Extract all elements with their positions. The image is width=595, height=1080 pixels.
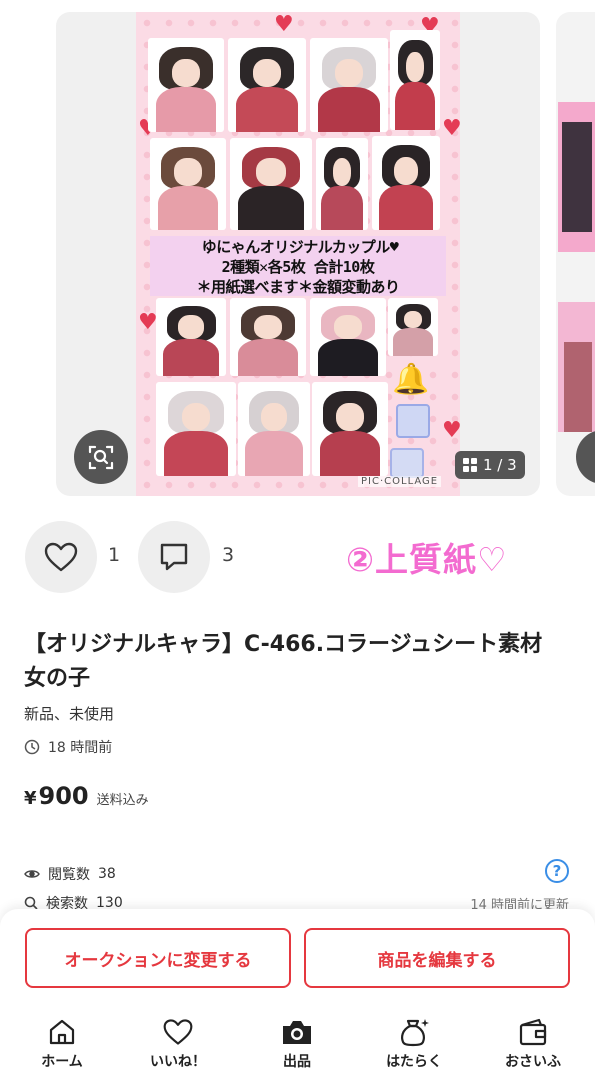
product-title: 【オリジナルキャラ】C-466.コラージュシート素材 女の子 bbox=[24, 632, 565, 691]
image-caption-line1: ゆにゃんオリジナルカップル♥ bbox=[201, 238, 399, 256]
image-search-button[interactable] bbox=[74, 430, 128, 484]
couple-illustration bbox=[390, 30, 440, 130]
tab-likes[interactable]: いいね！ bbox=[119, 1017, 237, 1071]
posted-time-text: 18 時間前 bbox=[48, 740, 113, 756]
heart-decoration: ♥ bbox=[442, 116, 462, 141]
image-counter[interactable]: 1 / 3 bbox=[455, 451, 525, 479]
watermark: PIC·COLLAGE bbox=[358, 476, 442, 487]
wallet-icon bbox=[519, 1018, 547, 1046]
couple-illustration bbox=[316, 138, 368, 230]
views-label: 閲覧数 bbox=[48, 867, 90, 883]
money-bag-icon bbox=[401, 1019, 429, 1047]
heart-decoration: ♥ bbox=[274, 12, 294, 37]
help-icon[interactable]: ? bbox=[545, 859, 569, 883]
gift-icon bbox=[390, 448, 424, 478]
couple-illustration bbox=[310, 38, 388, 132]
edit-item-button[interactable]: 商品を編集する bbox=[304, 928, 570, 988]
price: ¥900 bbox=[24, 782, 89, 810]
shipping-info: 送料込み bbox=[96, 793, 149, 808]
heart-icon bbox=[163, 1019, 193, 1045]
views-value: 38 bbox=[98, 866, 116, 882]
heart-icon bbox=[44, 542, 78, 572]
couple-illustration bbox=[238, 382, 310, 476]
tab-home[interactable]: ホーム bbox=[3, 1017, 121, 1071]
clock-icon bbox=[24, 739, 40, 755]
heart-decoration: ♥ bbox=[442, 418, 462, 443]
tab-wallet[interactable]: おさいふ bbox=[474, 1017, 592, 1071]
tab-likes-label: いいね！ bbox=[150, 1054, 206, 1070]
couple-illustration bbox=[230, 138, 312, 230]
couple-illustration bbox=[228, 38, 306, 132]
comment-button[interactable] bbox=[138, 521, 210, 593]
image-search-icon bbox=[88, 445, 114, 470]
change-to-auction-button[interactable]: オークションに変更する bbox=[25, 928, 291, 988]
image-carousel[interactable]: ♥ ♥ ♥ ♥ ♥ ♥ ゆにゃんオリジナルカップル♥ 2種類✕各5枚 合計10枚… bbox=[0, 0, 595, 505]
tab-bar: ホーム いいね！ 出品 はたらく おさいふ bbox=[0, 1005, 595, 1080]
couple-illustration bbox=[156, 382, 236, 476]
bell-icon: 🔔 bbox=[392, 362, 430, 397]
tab-wallet-label: おさいふ bbox=[505, 1054, 561, 1070]
heart-decoration: ♥ bbox=[138, 310, 158, 335]
grid-icon bbox=[463, 458, 477, 472]
couple-illustration bbox=[388, 298, 438, 356]
tab-sell[interactable]: 出品 bbox=[238, 1017, 356, 1071]
like-count: 1 bbox=[108, 544, 121, 566]
home-icon bbox=[49, 1019, 75, 1045]
image-counter-text: 1 / 3 bbox=[483, 456, 517, 474]
product-condition: 新品、未使用 bbox=[24, 705, 115, 723]
price-row: ¥900 送料込み bbox=[24, 782, 149, 810]
couple-illustration bbox=[230, 298, 306, 376]
couple-illustration bbox=[148, 38, 224, 132]
gift-icon bbox=[396, 404, 430, 438]
couple-illustration bbox=[312, 382, 388, 476]
eye-icon bbox=[24, 870, 40, 878]
tab-work-label: はたらく bbox=[386, 1054, 442, 1070]
price-currency: ¥ bbox=[24, 788, 37, 809]
camera-icon bbox=[283, 1021, 311, 1044]
image-caption-line3: ＊用紙選べます＊金額変動あり bbox=[196, 278, 400, 296]
couple-illustration bbox=[372, 136, 440, 230]
image-caption-line2: 2種類✕各5枚 合計10枚 bbox=[221, 258, 375, 276]
comment-count: 3 bbox=[222, 544, 235, 566]
tab-home-label: ホーム bbox=[41, 1054, 83, 1070]
next-image-slide[interactable] bbox=[556, 12, 595, 496]
comment-icon bbox=[160, 543, 188, 571]
like-button[interactable] bbox=[25, 521, 97, 593]
couple-illustration bbox=[156, 298, 226, 376]
tab-work[interactable]: はたらく bbox=[355, 1017, 473, 1071]
posted-time: 18 時間前 bbox=[24, 737, 112, 757]
tab-sell-label: 出品 bbox=[283, 1054, 311, 1070]
search-icon bbox=[24, 896, 38, 910]
handwritten-annotation: ②上質紙♡ bbox=[346, 540, 508, 579]
views-stat: 閲覧数 38 bbox=[24, 864, 116, 884]
price-value: 900 bbox=[38, 782, 89, 810]
couple-illustration bbox=[310, 298, 386, 376]
couple-illustration bbox=[150, 138, 226, 230]
